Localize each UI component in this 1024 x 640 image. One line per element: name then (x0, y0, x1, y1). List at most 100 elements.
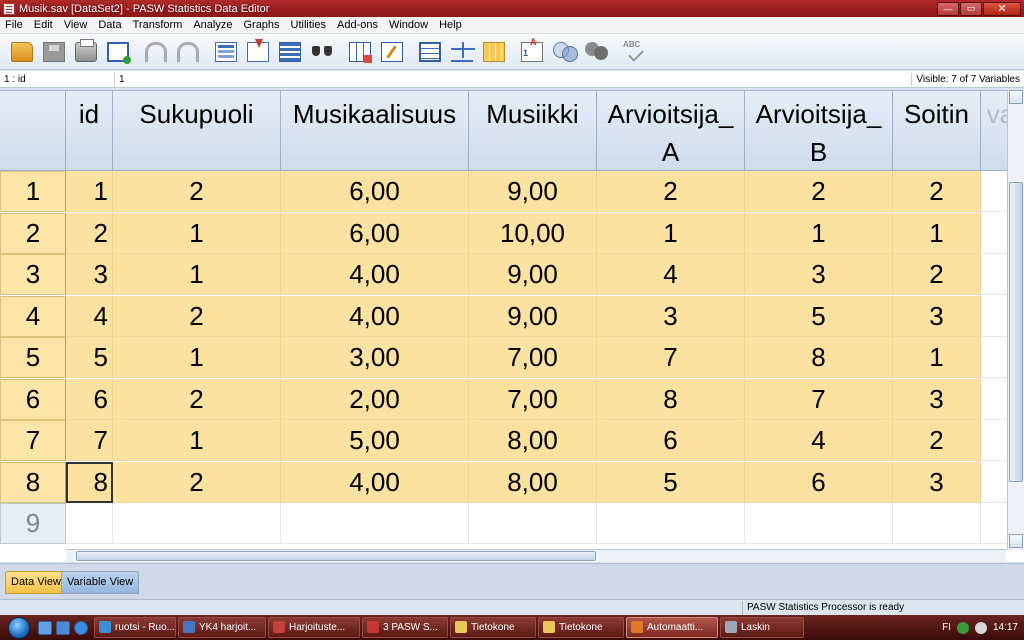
switch-windows-icon[interactable] (56, 620, 70, 635)
data-cell-r1-arvioitsija-b[interactable]: 2 (745, 171, 893, 212)
menu-data[interactable]: Data (93, 19, 127, 31)
select-cases-button[interactable] (478, 37, 510, 67)
spelling-button[interactable] (618, 37, 650, 67)
data-cell-r3-sukupuoli[interactable]: 1 (113, 254, 281, 295)
data-cell-r5-id[interactable]: 5 (66, 337, 113, 378)
taskbar-button-5[interactable]: Tietokone (450, 617, 536, 638)
insert-variable-button[interactable] (376, 37, 408, 67)
taskbar-button-3[interactable]: Harjoituste... (268, 617, 360, 638)
row-header-6[interactable]: 6 (0, 378, 66, 420)
data-cell-r5-musiikki[interactable]: 7,00 (469, 337, 597, 378)
data-cell-r3-arvioitsija-b[interactable]: 3 (745, 254, 893, 295)
data-cell-r4-arvioitsija-a[interactable]: 3 (597, 295, 745, 337)
data-cell-r3-musiikki[interactable]: 9,00 (469, 254, 597, 295)
taskbar-button-2[interactable]: YK4 harjoit... (178, 617, 266, 638)
tab-variable-view[interactable]: Variable View (61, 571, 140, 594)
language-indicator[interactable]: FI (942, 622, 951, 633)
data-cell-r5-sukupuoli[interactable]: 1 (113, 337, 281, 378)
data-cell-r6-musiikki[interactable]: 7,00 (469, 378, 597, 420)
open-button[interactable] (6, 37, 38, 67)
data-cell-r1-musiikki[interactable]: 9,00 (469, 171, 597, 212)
data-cell-r9-arvioitsija-b[interactable] (745, 503, 893, 544)
cell-value-input[interactable]: 1 (114, 73, 910, 86)
row-header-9[interactable]: 9 (0, 503, 66, 544)
menu-analyze[interactable]: Analyze (188, 19, 238, 31)
start-button[interactable] (0, 615, 38, 640)
data-cell-r9-id[interactable] (66, 503, 113, 544)
data-cell-r9-musiikki[interactable] (469, 503, 597, 544)
network-icon[interactable] (956, 621, 969, 634)
horizontal-scroll-thumb[interactable] (76, 551, 596, 561)
column-header-musikaalisuus[interactable]: Musikaalisuus (281, 91, 469, 171)
column-header-arvioitsija-b[interactable]: Arvioitsija_ B (745, 91, 893, 171)
menu-help[interactable]: Help (434, 19, 468, 31)
show-all-variables-button[interactable] (580, 37, 612, 67)
minimize-button[interactable]: — (937, 1, 959, 16)
data-cell-r6-soitin[interactable]: 3 (893, 378, 981, 420)
data-cell-r1-soitin[interactable]: 2 (893, 171, 981, 212)
data-cell-r2-arvioitsija-b[interactable]: 1 (745, 212, 893, 254)
data-cell-r8-musikaalisuus[interactable]: 4,00 (281, 461, 469, 503)
menu-utilities[interactable]: Utilities (286, 19, 332, 31)
data-cell-r8-musiikki[interactable]: 8,00 (469, 461, 597, 503)
menu-transform[interactable]: Transform (128, 19, 189, 31)
value-labels-button[interactable] (516, 37, 548, 67)
data-cell-r7-musikaalisuus[interactable]: 5,00 (281, 420, 469, 461)
data-cell-r4-arvioitsija-b[interactable]: 5 (745, 295, 893, 337)
data-cell-r7-arvioitsija-a[interactable]: 6 (597, 420, 745, 461)
column-header-musiikki[interactable]: Musiikki (469, 91, 597, 171)
data-cell-r7-musiikki[interactable]: 8,00 (469, 420, 597, 461)
taskbar-button-6[interactable]: Tietokone (538, 617, 624, 638)
menu-window[interactable]: Window (384, 19, 434, 31)
save-button[interactable] (38, 37, 70, 67)
data-cell-r7-arvioitsija-b[interactable]: 4 (745, 420, 893, 461)
data-cell-r3-arvioitsija-a[interactable]: 4 (597, 254, 745, 295)
tab-data-view[interactable]: Data View (5, 571, 67, 594)
data-cell-r7-id[interactable]: 7 (66, 420, 113, 461)
data-cell-r3-soitin[interactable]: 2 (893, 254, 981, 295)
column-header-arvioitsija-a[interactable]: Arvioitsija_ A (597, 91, 745, 171)
data-cell-r9-arvioitsija-a[interactable] (597, 503, 745, 544)
column-header-sukupuoli[interactable]: Sukupuoli (113, 91, 281, 171)
data-cell-r1-sukupuoli[interactable]: 2 (113, 171, 281, 212)
clock[interactable]: 14:17 (993, 622, 1018, 633)
menu-file[interactable]: File (0, 19, 29, 31)
data-cell-r4-musiikki[interactable]: 9,00 (469, 295, 597, 337)
taskbar-button-8[interactable]: Laskin (720, 617, 804, 638)
row-header-1[interactable]: 1 (0, 171, 66, 212)
taskbar-button-7[interactable]: Automaatti... (626, 617, 718, 638)
data-cell-r7-sukupuoli[interactable]: 1 (113, 420, 281, 461)
menu-edit[interactable]: Edit (29, 19, 59, 31)
data-cell-r4-musikaalisuus[interactable]: 4,00 (281, 295, 469, 337)
row-header-2[interactable]: 2 (0, 212, 66, 254)
data-cell-r4-id[interactable]: 4 (66, 295, 113, 337)
data-cell-r9-musikaalisuus[interactable] (281, 503, 469, 544)
menu-graphs[interactable]: Graphs (238, 19, 285, 31)
data-cell-r8-sukupuoli[interactable]: 2 (113, 461, 281, 503)
data-cell-r5-arvioitsija-b[interactable]: 8 (745, 337, 893, 378)
data-cell-r7-soitin[interactable]: 2 (893, 420, 981, 461)
scroll-up-arrow[interactable] (1009, 90, 1023, 104)
insert-cases-button[interactable] (344, 37, 376, 67)
horizontal-scrollbar[interactable] (66, 549, 1006, 562)
data-cell-r2-arvioitsija-a[interactable]: 1 (597, 212, 745, 254)
goto-case-button[interactable] (210, 37, 242, 67)
data-cell-r2-soitin[interactable]: 1 (893, 212, 981, 254)
maximize-button[interactable]: ▭ (960, 1, 982, 16)
data-cell-r5-arvioitsija-a[interactable]: 7 (597, 337, 745, 378)
close-button[interactable]: ✕ (983, 1, 1021, 16)
weight-cases-button[interactable] (446, 37, 478, 67)
data-cell-r9-soitin[interactable] (893, 503, 981, 544)
data-cell-r1-id[interactable]: 1 (66, 171, 113, 212)
volume-icon[interactable] (974, 621, 987, 634)
print-button[interactable] (70, 37, 102, 67)
scroll-down-arrow[interactable] (1009, 534, 1023, 548)
data-cell-r2-musikaalisuus[interactable]: 6,00 (281, 212, 469, 254)
data-cell-r6-arvioitsija-b[interactable]: 7 (745, 378, 893, 420)
show-desktop-icon[interactable] (38, 620, 52, 635)
menu-add-ons[interactable]: Add-ons (332, 19, 384, 31)
data-cell-r6-musikaalisuus[interactable]: 2,00 (281, 378, 469, 420)
data-cell-r8-id[interactable]: 8 (66, 461, 113, 503)
data-cell-r1-arvioitsija-a[interactable]: 2 (597, 171, 745, 212)
data-cell-r8-soitin[interactable]: 3 (893, 461, 981, 503)
